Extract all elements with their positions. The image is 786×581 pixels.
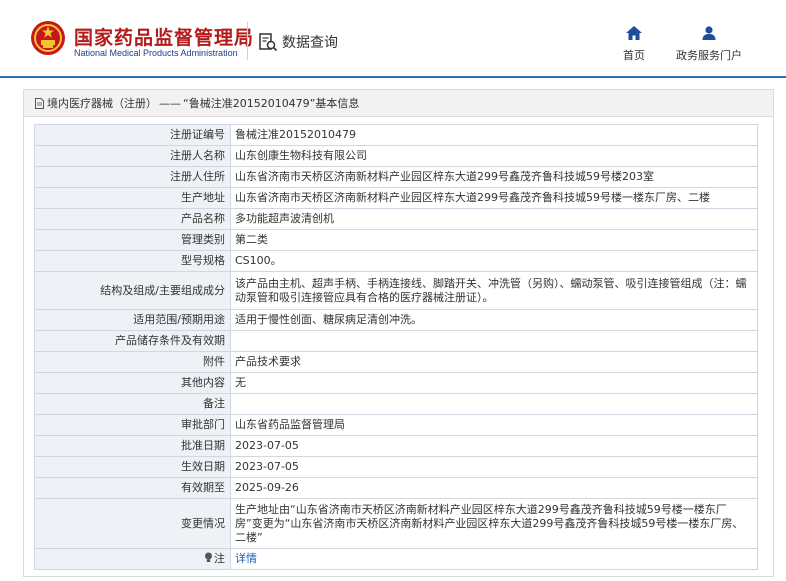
row-label: 型号规格 <box>34 250 231 272</box>
row-label: 变更情况 <box>34 498 231 549</box>
row-label: 其他内容 <box>34 372 231 394</box>
table-row: 生效日期 2023-07-05 <box>34 456 758 478</box>
national-emblem-icon <box>31 21 65 55</box>
header-divider <box>247 22 248 60</box>
user-icon <box>702 26 716 40</box>
row-label: 有效期至 <box>34 477 231 499</box>
row-label: 生效日期 <box>34 456 231 478</box>
row-value: 2023-07-05 <box>230 435 758 457</box>
table-row: 有效期至 2025-09-26 <box>34 477 758 499</box>
table-row: 变更情况 生产地址由“山东省济南市天桥区济南新材料产业园区梓东大道299号鑫茂齐鲁… <box>34 498 758 549</box>
data-query-link[interactable]: 数据查询 <box>258 31 338 53</box>
row-value: 2025-09-26 <box>230 477 758 499</box>
table-row: 结构及组成/主要组成成分 该产品由主机、超声手柄、手柄连接线、脚踏开关、冲洗管（另… <box>34 271 758 310</box>
row-label: 管理类别 <box>34 229 231 251</box>
document-search-icon <box>259 33 278 52</box>
details-link[interactable]: 详情 <box>235 552 257 565</box>
org-name-en: National Medical Products Administration <box>74 48 238 58</box>
data-query-label: 数据查询 <box>282 35 338 51</box>
row-value <box>230 393 758 415</box>
detail-panel: 境内医疗器械（注册） —— “鲁械注准20152010479”基本信息 注册证编… <box>23 89 774 577</box>
row-label: 注册人住所 <box>34 166 231 188</box>
breadcrumb-separator: —— <box>159 96 181 110</box>
row-value: 该产品由主机、超声手柄、手柄连接线、脚踏开关、冲洗管（另购）、蠕动泵管、吸引连接… <box>230 271 758 310</box>
breadcrumb: 境内医疗器械（注册） —— “鲁械注准20152010479”基本信息 <box>24 90 773 117</box>
site-header: 国家药品监督管理局 National Medical Products Admi… <box>0 0 786 76</box>
row-label: 产品名称 <box>34 208 231 230</box>
row-label: 结构及组成/主要组成成分 <box>34 271 231 310</box>
nav-service-portal[interactable]: 政务服务门户 <box>676 26 742 63</box>
row-value: 2023-07-05 <box>230 456 758 478</box>
row-label: 批准日期 <box>34 435 231 457</box>
table-row: 适用范围/预期用途 适用于慢性创面、糖尿病足清创冲洗。 <box>34 309 758 331</box>
row-value: 多功能超声波清创机 <box>230 208 758 230</box>
table-row: 产品名称 多功能超声波清创机 <box>34 208 758 230</box>
table-row: 备注 <box>34 393 758 415</box>
table-row: 注册人名称 山东创康生物科技有限公司 <box>34 145 758 167</box>
table-row: 注册证编号 鲁械注准20152010479 <box>34 124 758 146</box>
table-row: 批准日期 2023-07-05 <box>34 435 758 457</box>
row-value: 山东创康生物科技有限公司 <box>230 145 758 167</box>
nav-service-portal-label: 政务服务门户 <box>676 49 742 62</box>
row-value: 鲁械注准20152010479 <box>230 124 758 146</box>
row-label: 适用范围/预期用途 <box>34 309 231 331</box>
row-label: 附件 <box>34 351 231 373</box>
nav-home[interactable]: 首页 <box>623 26 645 63</box>
note-label-cell: 注 <box>34 548 231 570</box>
table-row: 其他内容无 <box>34 372 758 394</box>
home-icon <box>626 26 642 40</box>
table-row: 产品储存条件及有效期 <box>34 330 758 352</box>
registration-info-table: 注册证编号 鲁械注准20152010479 注册人名称 山东创康生物科技有限公司 注册人… <box>34 124 758 570</box>
table-row-note: 注详情 <box>34 548 758 570</box>
row-label: 产品储存条件及有效期 <box>34 330 231 352</box>
row-label: 注册证编号 <box>34 124 231 146</box>
document-icon <box>35 97 44 109</box>
table-row: 注册人住所 山东省济南市天桥区济南新材料产业园区梓东大道299号鑫茂齐鲁科技城59… <box>34 166 758 188</box>
row-label: 注册人名称 <box>34 145 231 167</box>
row-value <box>230 330 758 352</box>
lightbulb-icon <box>205 552 212 562</box>
row-value: 山东省济南市天桥区济南新材料产业园区梓东大道299号鑫茂齐鲁科技城59号楼一楼东… <box>230 187 758 209</box>
row-value: 第二类 <box>230 229 758 251</box>
table-row: 型号规格 CS100。 <box>34 250 758 272</box>
row-value: 产品技术要求 <box>230 351 758 373</box>
row-label: 生产地址 <box>34 187 231 209</box>
table-row: 生产地址 山东省济南市天桥区济南新材料产业园区梓东大道299号鑫茂齐鲁科技城59号… <box>34 187 758 209</box>
row-value: 适用于慢性创面、糖尿病足清创冲洗。 <box>230 309 758 331</box>
row-value: 山东省济南市天桥区济南新材料产业园区梓东大道299号鑫茂齐鲁科技城59号楼203… <box>230 166 758 188</box>
row-value: 生产地址由“山东省济南市天桥区济南新材料产业园区梓东大道299号鑫茂齐鲁科技城5… <box>230 498 758 549</box>
row-value: 山东省药品监督管理局 <box>230 414 758 436</box>
nav-home-label: 首页 <box>623 49 645 62</box>
table-row: 附件 产品技术要求 <box>34 351 758 373</box>
breadcrumb-title: “鲁械注准20152010479”基本信息 <box>183 97 360 110</box>
row-label: 审批部门 <box>34 414 231 436</box>
table-row: 审批部门 山东省药品监督管理局 <box>34 414 758 436</box>
org-name-cn: 国家药品监督管理局 <box>74 27 255 49</box>
row-value: 无 <box>230 372 758 394</box>
breadcrumb-category-link[interactable]: 境内医疗器械（注册） <box>47 95 157 111</box>
note-label: 注 <box>214 552 225 565</box>
table-row: 管理类别 第二类 <box>34 229 758 251</box>
header-accent-line <box>0 76 786 78</box>
row-value: CS100。 <box>230 250 758 272</box>
note-value-cell: 详情 <box>230 548 758 570</box>
row-label: 备注 <box>34 393 231 415</box>
